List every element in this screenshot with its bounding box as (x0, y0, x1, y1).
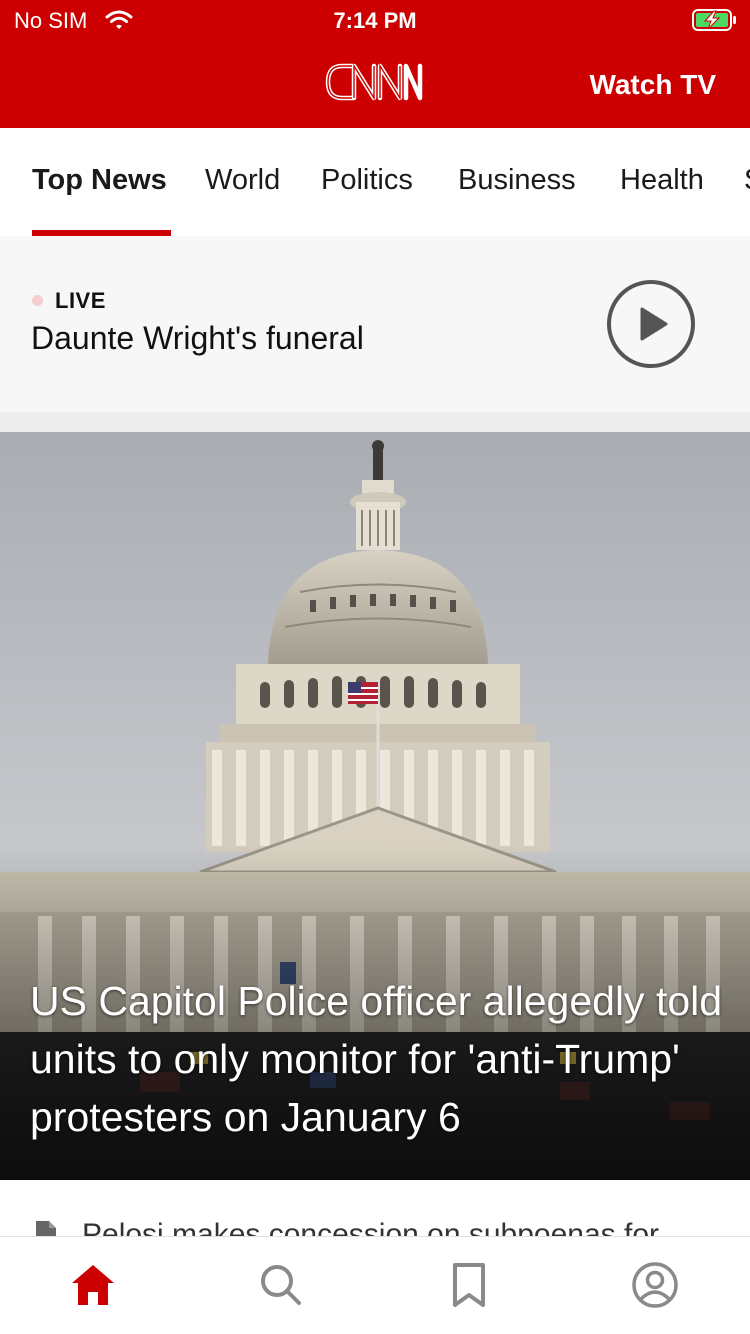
hero-story[interactable]: US Capitol Police officer allegedly told… (0, 432, 750, 1180)
next-story-title[interactable]: Pelosi makes concession on subpoenas for (82, 1218, 659, 1236)
next-story-item[interactable]: Pelosi makes concession on subpoenas for (0, 1180, 750, 1236)
document-icon (34, 1219, 58, 1236)
tab-health[interactable]: Health (620, 164, 704, 197)
nav-home[interactable] (53, 1237, 133, 1334)
nav-saved[interactable] (429, 1237, 509, 1334)
battery-charging-icon (692, 9, 738, 36)
cnn-logo[interactable] (322, 56, 426, 113)
section-tabs: Top News World Politics Business Health … (0, 128, 750, 236)
tab-world[interactable]: World (205, 164, 280, 197)
live-title[interactable]: Daunte Wright's funeral (31, 320, 364, 357)
bookmark-icon (453, 1263, 485, 1307)
hero-headline[interactable]: US Capitol Police officer allegedly told… (30, 972, 730, 1146)
tab-business[interactable]: Business (458, 164, 576, 197)
live-dot-icon (32, 295, 43, 306)
tab-politics[interactable]: Politics (321, 164, 413, 197)
watch-tv-button[interactable]: Watch TV (589, 69, 716, 101)
app-header: No SIM 7:14 PM Watch TV (0, 0, 750, 128)
clock: 7:14 PM (333, 8, 417, 33)
nav-search[interactable] (241, 1237, 321, 1334)
status-bar: No SIM 7:14 PM (0, 0, 750, 40)
tab-next-cutoff[interactable]: S (744, 164, 750, 197)
profile-icon (632, 1262, 678, 1308)
tab-top-news[interactable]: Top News (32, 164, 167, 197)
nav-profile[interactable] (615, 1237, 695, 1334)
live-badge: LIVE (55, 288, 106, 313)
bottom-nav (0, 1236, 750, 1334)
section-divider (0, 412, 750, 432)
search-icon (261, 1265, 301, 1305)
play-circle-icon[interactable] (606, 279, 696, 369)
home-icon (72, 1265, 114, 1305)
